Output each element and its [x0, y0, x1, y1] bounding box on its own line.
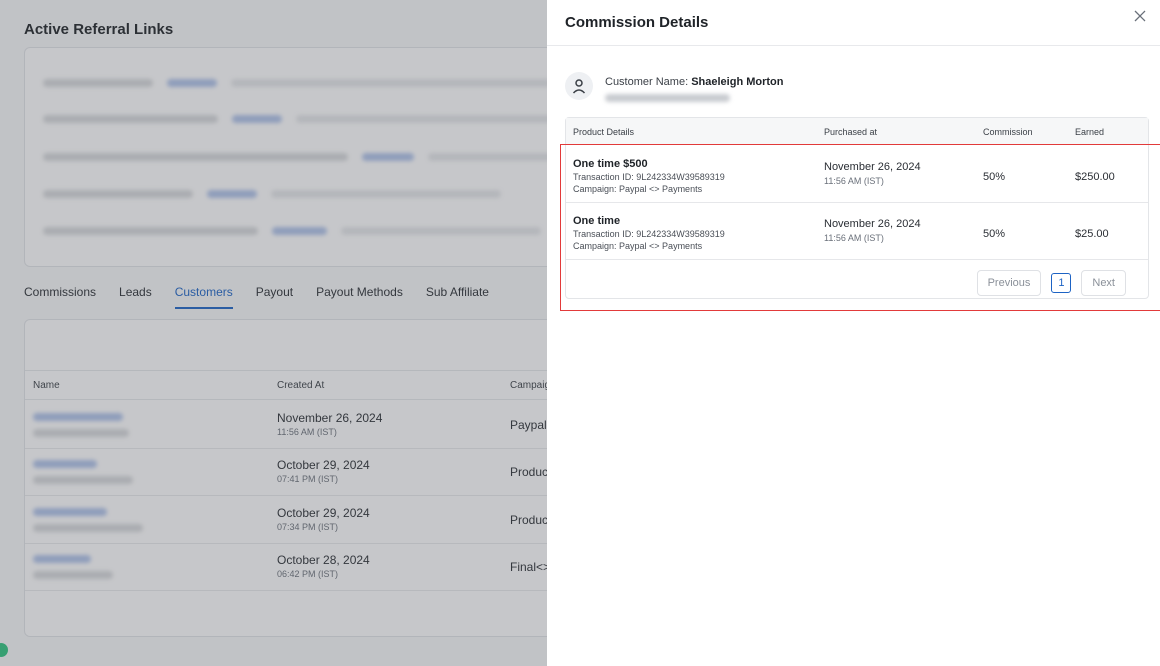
- commission-rate: 50%: [983, 228, 1006, 240]
- transaction-id: Transaction ID: 9L242334W39589319: [573, 172, 725, 182]
- product-name: One time $500: [573, 158, 648, 170]
- purchase-time: 11:56 AM (IST): [824, 233, 884, 243]
- customer-name-line: Customer Name: Shaeleigh Morton: [605, 76, 783, 88]
- campaign-name: Campaign: Paypal <> Payments: [573, 184, 703, 194]
- transaction-id: Transaction ID: 9L242334W39589319: [573, 229, 725, 239]
- purchase-date: November 26, 2024: [824, 161, 921, 173]
- column-header: Purchased at: [824, 127, 878, 137]
- commission-details-drawer: Commission Details Customer Name: Shaele…: [547, 0, 1160, 666]
- table-row: One time $500 Transaction ID: 9L242334W3…: [566, 146, 1148, 203]
- page-number-button[interactable]: 1: [1051, 273, 1072, 293]
- previous-button[interactable]: Previous: [976, 270, 1042, 296]
- column-header: Product Details: [573, 127, 635, 137]
- commission-table: Product Details Purchased at Commission …: [565, 117, 1149, 299]
- campaign-name: Campaign: Paypal <> Payments: [573, 241, 703, 251]
- user-icon: [565, 72, 593, 100]
- purchase-date: November 26, 2024: [824, 218, 921, 230]
- commission-table-header: Product Details Purchased at Commission …: [566, 118, 1148, 145]
- customer-name: Shaeleigh Morton: [691, 76, 784, 88]
- close-icon[interactable]: [1132, 10, 1148, 26]
- column-header: Commission: [983, 127, 1033, 137]
- next-button[interactable]: Next: [1081, 270, 1126, 296]
- customer-name-label: Customer Name:: [605, 76, 689, 88]
- column-header: Earned: [1075, 127, 1105, 137]
- pagination: Previous 1 Next: [976, 270, 1126, 296]
- table-row: One time Transaction ID: 9L242334W395893…: [566, 203, 1148, 260]
- earned-amount: $25.00: [1075, 228, 1109, 240]
- drawer-header: Commission Details: [547, 0, 1160, 46]
- customer-email-redacted: [605, 94, 730, 102]
- earned-amount: $250.00: [1075, 171, 1115, 183]
- product-name: One time: [573, 215, 621, 227]
- commission-rate: 50%: [983, 171, 1006, 183]
- purchase-time: 11:56 AM (IST): [824, 176, 884, 186]
- drawer-title: Commission Details: [565, 14, 709, 31]
